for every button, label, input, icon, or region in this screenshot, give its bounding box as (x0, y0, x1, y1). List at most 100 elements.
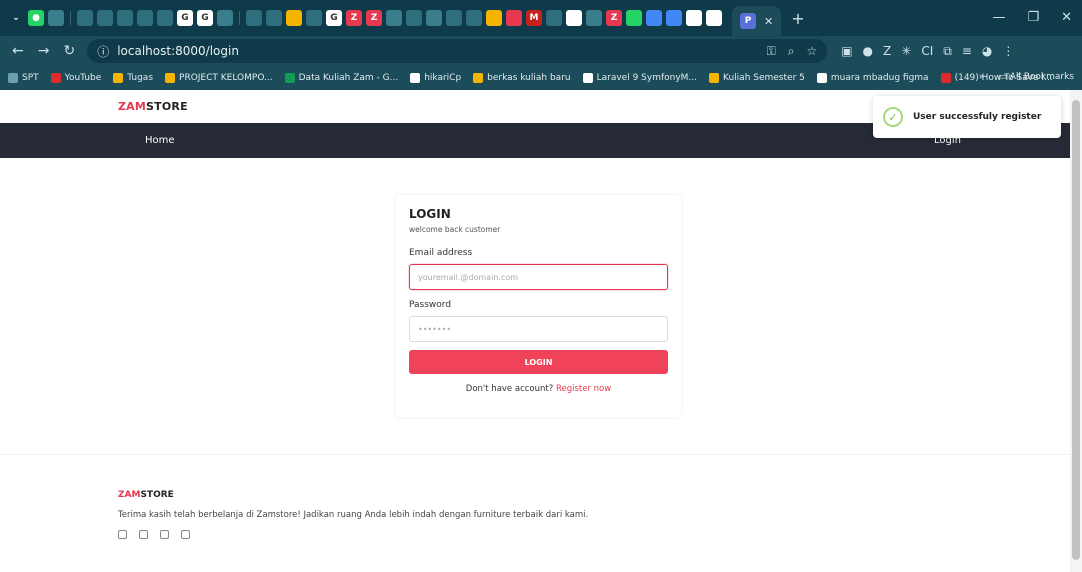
tab-icon[interactable] (666, 10, 682, 26)
reload-icon[interactable]: ↻ (63, 43, 75, 59)
facebook-icon[interactable] (118, 530, 127, 539)
tab-icon[interactable] (426, 10, 442, 26)
tab-icon[interactable] (646, 10, 662, 26)
more-bookmarks-button[interactable]: » (979, 72, 985, 82)
tab-icon[interactable] (386, 10, 402, 26)
twitter-icon[interactable] (160, 530, 169, 539)
tab-icon[interactable] (157, 10, 173, 26)
tab-icon[interactable] (137, 10, 153, 26)
password-key-icon[interactable]: ⚿ (767, 44, 776, 59)
restore-icon[interactable]: ❐ (1027, 10, 1039, 25)
omnibox[interactable]: ⓘ localhost:8000/login ⚿ ⌕ ☆ (87, 39, 828, 63)
tab-icon[interactable] (48, 10, 64, 26)
footer-brand: ZAMSTORE (118, 490, 588, 500)
tab-google-icon[interactable]: G (177, 10, 193, 26)
footer-divider (0, 454, 1070, 455)
bookmark-item[interactable]: berkas kuliah baru (473, 73, 571, 83)
extension-icon[interactable]: CI (921, 44, 933, 58)
bookmark-icon (113, 73, 124, 83)
instagram-icon[interactable] (139, 530, 148, 539)
active-tab[interactable]: P ✕ (732, 6, 782, 36)
extension-icon[interactable]: ▣ (841, 44, 852, 58)
new-tab-button[interactable]: + (791, 9, 804, 28)
tab-icon[interactable] (77, 10, 93, 26)
tab-drive-icon[interactable] (486, 10, 502, 26)
check-icon: ✓ (883, 107, 903, 127)
login-title: LOGIN (409, 207, 451, 221)
footer-brand-prefix: ZAM (118, 490, 141, 500)
bookmark-item[interactable]: Data Kuliah Zam - G... (284, 73, 398, 83)
bookmark-item[interactable]: Tugas (113, 73, 153, 83)
folder-icon: ▭ (998, 72, 1010, 82)
tab-icon[interactable] (117, 10, 133, 26)
minimize-icon[interactable]: — (992, 10, 1005, 25)
zoom-icon[interactable]: ⌕ (788, 44, 795, 59)
tab-icon[interactable] (246, 10, 262, 26)
bookmark-item[interactable]: Kuliah Semester 5 (709, 73, 805, 83)
linkedin-icon[interactable] (181, 530, 190, 539)
tab-icon[interactable] (566, 10, 582, 26)
password-field[interactable]: ••••••• (409, 316, 668, 342)
tab-gmail-icon[interactable]: M (526, 10, 542, 26)
tab-search-icon[interactable]: ⌄ (8, 10, 24, 26)
tab-icon[interactable] (586, 10, 602, 26)
url-text[interactable]: localhost:8000/login (117, 44, 239, 58)
tab-icon[interactable] (97, 10, 113, 26)
bookmarks-end: » ▭ All Bookmarks (979, 72, 1074, 82)
tab-zt-icon[interactable]: Z (346, 10, 362, 26)
tab-icon[interactable] (506, 10, 522, 26)
tab-icon[interactable] (626, 10, 642, 26)
bookmark-item[interactable]: Laravel 9 SymfonyM... (582, 73, 697, 83)
extension-icon[interactable]: ✳ (901, 44, 911, 58)
extensions-puzzle-icon[interactable]: ⧉ (943, 44, 952, 59)
login-button[interactable]: LOGIN (409, 350, 668, 374)
site-info-icon[interactable]: ⓘ (97, 43, 109, 60)
profile-avatar-icon[interactable]: ◕ (982, 44, 992, 58)
back-icon[interactable]: ← (12, 43, 24, 59)
tab-icon[interactable] (406, 10, 422, 26)
all-bookmarks-button[interactable]: ▭ All Bookmarks (998, 72, 1074, 82)
tab-zt-icon[interactable]: Z (606, 10, 622, 26)
register-now-link[interactable]: Register now (556, 384, 611, 394)
forward-icon[interactable]: → (38, 43, 50, 59)
close-window-icon[interactable]: ✕ (1061, 10, 1072, 25)
toast-message: User successfuly register (913, 112, 1042, 122)
tab-google-icon[interactable]: G (197, 10, 213, 26)
bookmark-item[interactable]: SPT (8, 73, 39, 83)
tab-icon[interactable] (706, 10, 722, 26)
tab-icon[interactable] (466, 10, 482, 26)
email-field[interactable]: youremail.@domain.com (409, 264, 668, 290)
reading-list-icon[interactable]: ≡ (962, 44, 972, 58)
tab-maps-icon[interactable] (286, 10, 302, 26)
brand-prefix[interactable]: ZAM (118, 100, 146, 113)
register-prompt: Don't have account? Register now (409, 384, 668, 394)
scrollbar-thumb[interactable] (1072, 100, 1080, 560)
bookmark-icon (473, 73, 484, 83)
bookmark-star-icon[interactable]: ☆ (806, 44, 817, 59)
tab-icon[interactable] (266, 10, 282, 26)
footer-brand-suffix: STORE (140, 490, 174, 500)
extension-icon[interactable]: ● (863, 44, 873, 58)
tab-p-icon: P (740, 13, 756, 29)
tab-zt-icon[interactable]: Z (366, 10, 382, 26)
tab-whatsapp-icon[interactable]: ● (28, 10, 44, 26)
brand-suffix[interactable]: STORE (146, 100, 188, 113)
close-tab-icon[interactable]: ✕ (764, 15, 773, 28)
bookmark-icon (940, 73, 951, 83)
bookmark-item[interactable]: muara mbadug figma (816, 73, 929, 83)
nav-home-link[interactable]: Home (145, 135, 175, 146)
bookmark-item[interactable]: hikariCp (410, 73, 461, 83)
tab-icon[interactable] (686, 10, 702, 26)
page: ZAM STORE Home Login ✓ User successfuly r… (0, 90, 1082, 572)
tab-google-icon[interactable]: G (326, 10, 342, 26)
tab-icon[interactable] (217, 10, 233, 26)
tab-icon[interactable] (306, 10, 322, 26)
bookmark-item[interactable]: PROJECT KELOMPO... (165, 73, 273, 83)
menu-kebab-icon[interactable]: ⋮ (1002, 44, 1014, 58)
tab-icon[interactable] (546, 10, 562, 26)
success-toast[interactable]: ✓ User successfuly register (873, 96, 1061, 138)
extension-icon[interactable]: Z (883, 44, 891, 58)
bookmark-item[interactable]: YouTube (50, 73, 101, 83)
page-scrollbar[interactable] (1070, 90, 1082, 572)
tab-icon[interactable] (446, 10, 462, 26)
